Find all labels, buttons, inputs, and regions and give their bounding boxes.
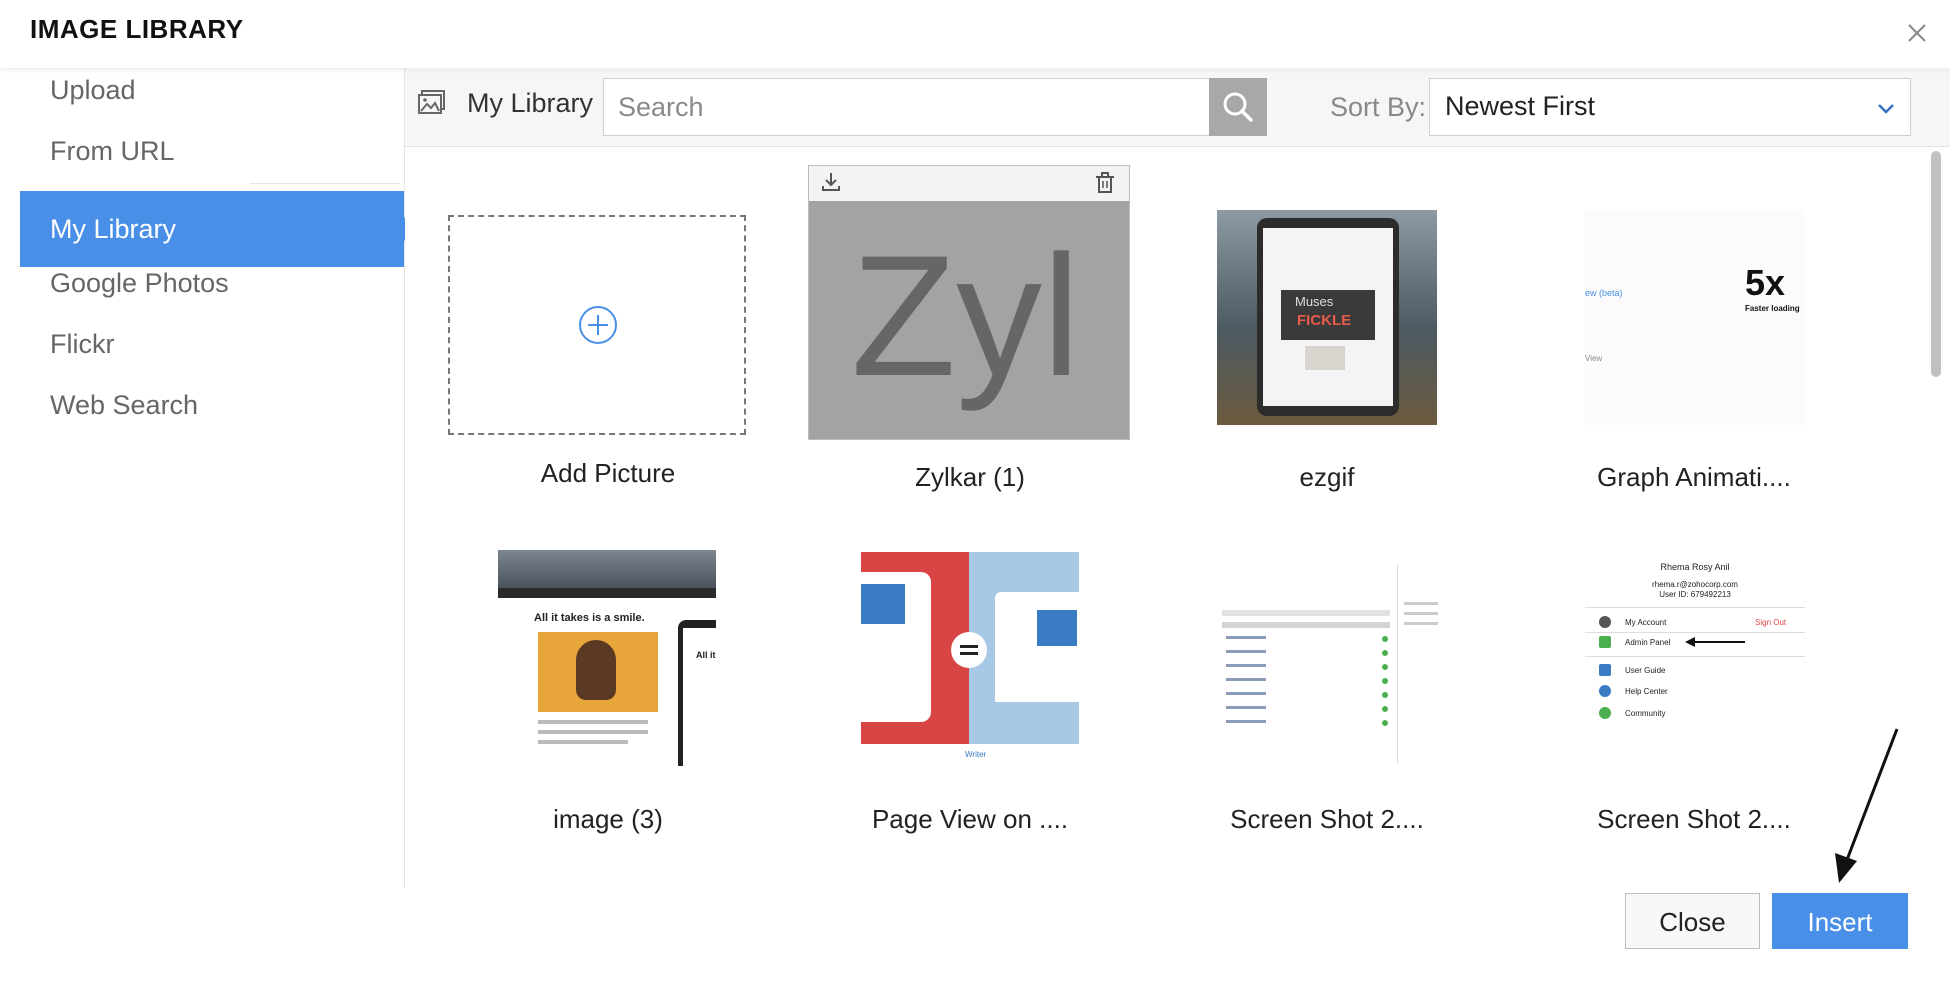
thumbnail-text: Faster loading: [1745, 304, 1800, 313]
image-label: image (3): [553, 804, 663, 834]
thumbnail-text: View: [1585, 354, 1603, 363]
thumbnail-text: My Account: [1625, 618, 1667, 627]
image-library-icon: [418, 90, 445, 114]
close-icon[interactable]: [1900, 16, 1934, 50]
add-picture-tile[interactable]: [448, 215, 746, 435]
annotation-arrow: [1835, 728, 1899, 883]
image-tile-screen-shot-b[interactable]: Rhema Rosy Anil rhema.r@zohocorp.com Use…: [1585, 552, 1805, 766]
sidebar-item-web-search[interactable]: Web Search: [20, 367, 404, 443]
thumbnail-text: Writer: [965, 750, 987, 759]
thumbnail-text: Admin Panel: [1625, 638, 1671, 647]
arrow-icon: [1685, 637, 1745, 647]
library-toolbar: My Library Sort By: Newest First: [405, 70, 1950, 147]
image-label: Page View on ....: [871, 804, 1069, 834]
download-icon[interactable]: [819, 170, 843, 194]
thumbnail-text: Help Center: [1625, 687, 1668, 696]
thumbnail-text: Muses: [1295, 294, 1334, 309]
chevron-down-icon: [1878, 104, 1894, 114]
thumbnail-text: Rhema Rosy Anil: [1660, 562, 1730, 572]
image-tile-zylkar[interactable]: Zyl: [808, 165, 1130, 440]
thumbnail-text: ew (beta): [1585, 288, 1623, 298]
image-label: ezgif: [1299, 462, 1355, 492]
thumbnail-text: FICKLE: [1297, 312, 1352, 329]
image-thumbnail: Zyl: [809, 201, 1129, 439]
search-button[interactable]: [1209, 78, 1267, 136]
thumbnail-text: 5x: [1745, 262, 1786, 303]
thumbnail-text: All it: [696, 650, 716, 660]
image-label: Zylkar (1): [915, 462, 1025, 492]
add-picture-label: Add Picture: [540, 458, 676, 488]
image-label: Screen Shot 2....: [1230, 804, 1424, 834]
thumbnail-text: User Guide: [1625, 666, 1666, 675]
source-sidebar: Upload From URL My Library Google Photos…: [0, 68, 416, 888]
thumbnail-text: rhema.r@zohocorp.com: [1652, 580, 1738, 589]
image-label: Screen Shot 2....: [1597, 804, 1791, 834]
sort-select[interactable]: Newest First: [1429, 78, 1911, 136]
close-button[interactable]: Close: [1625, 893, 1760, 949]
image-label: Graph Animati....: [1597, 462, 1791, 492]
scrollbar-thumb[interactable]: [1931, 151, 1941, 377]
image-tile-page-view[interactable]: Writer: [861, 552, 1079, 766]
sidebar-item-label: My Library: [50, 214, 177, 244]
trash-icon[interactable]: [1093, 171, 1117, 195]
thumbnail-text: Community: [1625, 709, 1666, 718]
sort-label: Sort By:: [1330, 92, 1427, 122]
dialog-header: IMAGE LIBRARY: [0, 0, 1950, 68]
sort-value: Newest First: [1445, 91, 1596, 121]
image-tile-ezgif[interactable]: Muses FICKLE: [1217, 210, 1437, 425]
thumbnail-text: Zyl: [851, 220, 1081, 412]
insert-button[interactable]: Insert: [1772, 893, 1908, 949]
library-label: My Library: [467, 88, 594, 118]
thumbnail-text: User ID: 679492213: [1659, 590, 1731, 599]
dialog-title: IMAGE LIBRARY: [30, 14, 244, 44]
image-tile-screen-shot-a[interactable]: [1222, 552, 1442, 766]
grid-scrollbar[interactable]: [1930, 147, 1944, 887]
image-tile-image-3[interactable]: All it takes is a smile. All it: [498, 550, 716, 766]
sidebar-divider: [250, 183, 400, 184]
search-input[interactable]: [603, 78, 1209, 136]
add-circle-icon: [579, 306, 617, 344]
search-icon: [1223, 92, 1253, 122]
thumbnail-text: All it takes is a smile.: [534, 612, 645, 624]
sidebar-item-from-url[interactable]: From URL: [20, 113, 404, 189]
thumbnail-text: Sign Out: [1755, 618, 1787, 627]
image-tile-graph-animation[interactable]: 5x Faster loading ew (beta) View: [1585, 210, 1805, 425]
